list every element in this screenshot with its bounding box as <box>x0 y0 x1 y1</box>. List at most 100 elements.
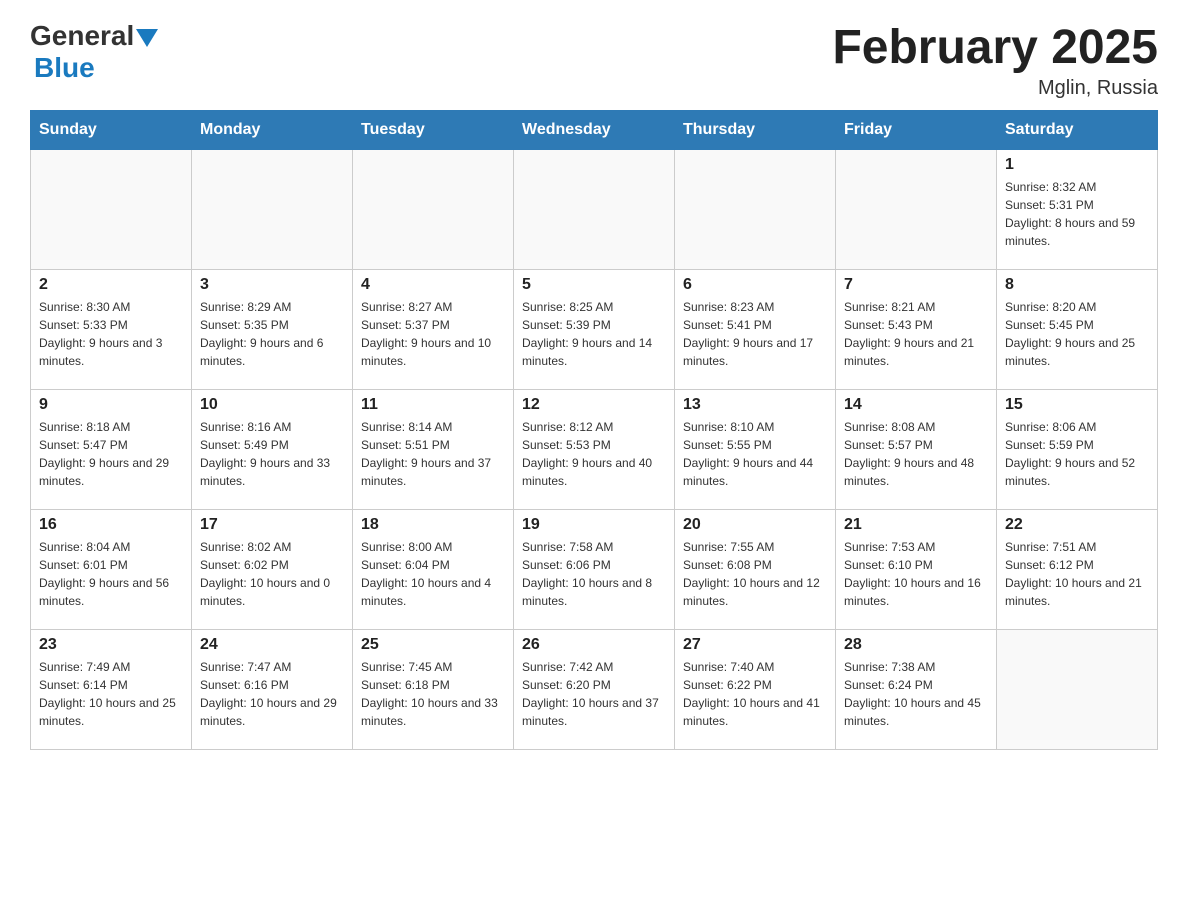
logo-triangle-icon <box>136 29 158 47</box>
day-info: Sunrise: 8:25 AMSunset: 5:39 PMDaylight:… <box>522 298 666 370</box>
day-info: Sunrise: 8:23 AMSunset: 5:41 PMDaylight:… <box>683 298 827 370</box>
day-info: Sunrise: 8:10 AMSunset: 5:55 PMDaylight:… <box>683 418 827 490</box>
calendar-day-cell: 6 Sunrise: 8:23 AMSunset: 5:41 PMDaylight… <box>675 270 836 390</box>
calendar-day-cell: 26Sunrise: 7:42 AMSunset: 6:20 PMDayligh… <box>514 630 675 750</box>
calendar-day-cell: 3 Sunrise: 8:29 AMSunset: 5:35 PMDaylight… <box>192 270 353 390</box>
calendar-day-cell: 2 Sunrise: 8:30 AMSunset: 5:33 PMDaylight… <box>31 270 192 390</box>
calendar-week-row: 9 Sunrise: 8:18 AMSunset: 5:47 PMDaylight… <box>31 390 1158 510</box>
day-number: 7 <box>844 276 988 294</box>
calendar-day-cell: 27 Sunrise: 7:40 AMSunset: 6:22 PMDayligh… <box>675 630 836 750</box>
day-info: Sunrise: 8:04 AMSunset: 6:01 PMDaylight:… <box>39 538 183 610</box>
day-number: 11 <box>361 396 505 414</box>
calendar-header-thursday: Thursday <box>675 111 836 150</box>
day-info: Sunrise: 7:38 AMSunset: 6:24 PMDaylight:… <box>844 658 988 730</box>
day-info: Sunrise: 7:55 AMSunset: 6:08 PMDaylight:… <box>683 538 827 610</box>
calendar-day-cell <box>353 150 514 270</box>
day-number: 16 <box>39 516 183 534</box>
calendar-header-monday: Monday <box>192 111 353 150</box>
day-number: 14 <box>844 396 988 414</box>
location-text: Mglin, Russia <box>832 77 1158 100</box>
day-number: 17 <box>200 516 344 534</box>
month-title: February 2025 <box>832 20 1158 75</box>
day-info: Sunrise: 7:42 AMSunset: 6:20 PMDaylight:… <box>522 658 666 730</box>
calendar-day-cell: 7Sunrise: 8:21 AMSunset: 5:43 PMDaylight… <box>836 270 997 390</box>
calendar-header-wednesday: Wednesday <box>514 111 675 150</box>
day-number: 21 <box>844 516 988 534</box>
calendar-day-cell: 19 Sunrise: 7:58 AMSunset: 6:06 PMDayligh… <box>514 510 675 630</box>
calendar-header-tuesday: Tuesday <box>353 111 514 150</box>
day-number: 24 <box>200 636 344 654</box>
calendar-day-cell: 11 Sunrise: 8:14 AMSunset: 5:51 PMDayligh… <box>353 390 514 510</box>
logo-blue-text: Blue <box>34 52 95 83</box>
day-number: 12 <box>522 396 666 414</box>
calendar-day-cell: 8 Sunrise: 8:20 AMSunset: 5:45 PMDaylight… <box>997 270 1158 390</box>
calendar-day-cell: 13 Sunrise: 8:10 AMSunset: 5:55 PMDayligh… <box>675 390 836 510</box>
day-info: Sunrise: 8:32 AMSunset: 5:31 PMDaylight:… <box>1005 178 1149 250</box>
day-info: Sunrise: 7:45 AMSunset: 6:18 PMDaylight:… <box>361 658 505 730</box>
day-number: 23 <box>39 636 183 654</box>
calendar-day-cell: 4Sunrise: 8:27 AMSunset: 5:37 PMDaylight… <box>353 270 514 390</box>
day-info: Sunrise: 7:53 AMSunset: 6:10 PMDaylight:… <box>844 538 988 610</box>
calendar-day-cell: 21 Sunrise: 7:53 AMSunset: 6:10 PMDayligh… <box>836 510 997 630</box>
title-section: February 2025 Mglin, Russia <box>832 20 1158 100</box>
calendar-week-row: 23 Sunrise: 7:49 AMSunset: 6:14 PMDayligh… <box>31 630 1158 750</box>
calendar-day-cell: 10 Sunrise: 8:16 AMSunset: 5:49 PMDayligh… <box>192 390 353 510</box>
day-number: 28 <box>844 636 988 654</box>
calendar-header-row: SundayMondayTuesdayWednesdayThursdayFrid… <box>31 111 1158 150</box>
calendar-day-cell: 23 Sunrise: 7:49 AMSunset: 6:14 PMDayligh… <box>31 630 192 750</box>
day-info: Sunrise: 8:12 AMSunset: 5:53 PMDaylight:… <box>522 418 666 490</box>
day-info: Sunrise: 8:06 AMSunset: 5:59 PMDaylight:… <box>1005 418 1149 490</box>
calendar-header-saturday: Saturday <box>997 111 1158 150</box>
day-info: Sunrise: 8:08 AMSunset: 5:57 PMDaylight:… <box>844 418 988 490</box>
calendar-day-cell: 1Sunrise: 8:32 AMSunset: 5:31 PMDaylight… <box>997 150 1158 270</box>
day-info: Sunrise: 7:58 AMSunset: 6:06 PMDaylight:… <box>522 538 666 610</box>
calendar-week-row: 1Sunrise: 8:32 AMSunset: 5:31 PMDaylight… <box>31 150 1158 270</box>
calendar-day-cell <box>31 150 192 270</box>
day-number: 25 <box>361 636 505 654</box>
day-info: Sunrise: 7:47 AMSunset: 6:16 PMDaylight:… <box>200 658 344 730</box>
day-info: Sunrise: 8:20 AMSunset: 5:45 PMDaylight:… <box>1005 298 1149 370</box>
day-info: Sunrise: 8:18 AMSunset: 5:47 PMDaylight:… <box>39 418 183 490</box>
calendar-day-cell <box>836 150 997 270</box>
day-info: Sunrise: 8:30 AMSunset: 5:33 PMDaylight:… <box>39 298 183 370</box>
day-number: 8 <box>1005 276 1149 294</box>
day-number: 19 <box>522 516 666 534</box>
calendar-day-cell: 5Sunrise: 8:25 AMSunset: 5:39 PMDaylight… <box>514 270 675 390</box>
calendar-day-cell: 25 Sunrise: 7:45 AMSunset: 6:18 PMDayligh… <box>353 630 514 750</box>
day-number: 15 <box>1005 396 1149 414</box>
day-info: Sunrise: 7:51 AMSunset: 6:12 PMDaylight:… <box>1005 538 1149 610</box>
day-info: Sunrise: 8:14 AMSunset: 5:51 PMDaylight:… <box>361 418 505 490</box>
calendar-day-cell: 16 Sunrise: 8:04 AMSunset: 6:01 PMDayligh… <box>31 510 192 630</box>
calendar-day-cell: 20Sunrise: 7:55 AMSunset: 6:08 PMDayligh… <box>675 510 836 630</box>
calendar-day-cell: 14 Sunrise: 8:08 AMSunset: 5:57 PMDayligh… <box>836 390 997 510</box>
calendar-day-cell <box>192 150 353 270</box>
calendar-day-cell: 24 Sunrise: 7:47 AMSunset: 6:16 PMDayligh… <box>192 630 353 750</box>
calendar-week-row: 16 Sunrise: 8:04 AMSunset: 6:01 PMDayligh… <box>31 510 1158 630</box>
day-info: Sunrise: 7:40 AMSunset: 6:22 PMDaylight:… <box>683 658 827 730</box>
calendar-day-cell: 17 Sunrise: 8:02 AMSunset: 6:02 PMDayligh… <box>192 510 353 630</box>
calendar-day-cell <box>997 630 1158 750</box>
day-info: Sunrise: 8:16 AMSunset: 5:49 PMDaylight:… <box>200 418 344 490</box>
day-info: Sunrise: 8:29 AMSunset: 5:35 PMDaylight:… <box>200 298 344 370</box>
calendar-header-friday: Friday <box>836 111 997 150</box>
calendar-day-cell: 22Sunrise: 7:51 AMSunset: 6:12 PMDayligh… <box>997 510 1158 630</box>
day-number: 6 <box>683 276 827 294</box>
day-number: 2 <box>39 276 183 294</box>
calendar-day-cell: 15 Sunrise: 8:06 AMSunset: 5:59 PMDayligh… <box>997 390 1158 510</box>
calendar-day-cell: 28 Sunrise: 7:38 AMSunset: 6:24 PMDayligh… <box>836 630 997 750</box>
day-info: Sunrise: 7:49 AMSunset: 6:14 PMDaylight:… <box>39 658 183 730</box>
day-number: 13 <box>683 396 827 414</box>
day-info: Sunrise: 8:02 AMSunset: 6:02 PMDaylight:… <box>200 538 344 610</box>
day-number: 10 <box>200 396 344 414</box>
day-number: 18 <box>361 516 505 534</box>
day-number: 27 <box>683 636 827 654</box>
logo-general-text: General <box>30 20 134 52</box>
day-info: Sunrise: 8:00 AMSunset: 6:04 PMDaylight:… <box>361 538 505 610</box>
calendar-header-sunday: Sunday <box>31 111 192 150</box>
day-number: 9 <box>39 396 183 414</box>
calendar-day-cell: 9 Sunrise: 8:18 AMSunset: 5:47 PMDaylight… <box>31 390 192 510</box>
logo: General Blue <box>30 20 158 84</box>
day-number: 3 <box>200 276 344 294</box>
day-info: Sunrise: 8:27 AMSunset: 5:37 PMDaylight:… <box>361 298 505 370</box>
page-header: General Blue February 2025 Mglin, Russia <box>30 20 1158 100</box>
